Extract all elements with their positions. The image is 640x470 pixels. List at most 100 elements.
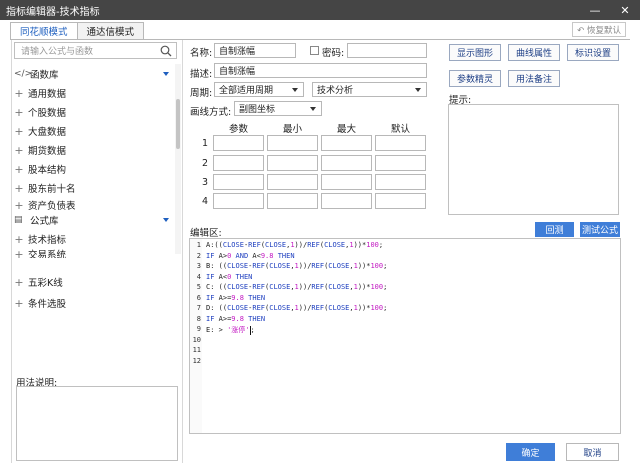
minimize-button[interactable]: — xyxy=(580,0,610,20)
code-line: D: ((CLOSE-REF(CLOSE,1))/REF(CLOSE,1))*1… xyxy=(206,304,388,312)
code-line: IF A<0 THEN xyxy=(206,272,253,281)
code-line: IF A>=9.8 THEN xyxy=(206,314,266,323)
param-header: 参数 xyxy=(228,124,248,135)
chevron-down-icon[interactable] xyxy=(163,218,169,222)
code-icon: </> xyxy=(14,69,33,79)
expand-icon[interactable]: + xyxy=(14,233,24,246)
chevron-down-icon xyxy=(292,88,298,92)
tree-node-formula-lib[interactable]: ▤ 公式库 xyxy=(14,212,59,228)
expand-icon[interactable]: + xyxy=(14,87,24,100)
backtest-button[interactable]: 回测 xyxy=(535,222,574,237)
param-name-cell[interactable] xyxy=(213,135,264,151)
code-line: B: ((CLOSE-REF(CLOSE,1))/REF(CLOSE,1))*1… xyxy=(206,262,388,270)
chevron-down-icon xyxy=(415,88,421,92)
param-name-cell[interactable] xyxy=(213,174,264,190)
code-line: C: ((CLOSE-REF(CLOSE,1))/REF(CLOSE,1))*1… xyxy=(206,283,388,291)
tree-node-trade-system[interactable]: + 交易系统 xyxy=(14,248,66,259)
test-formula-button[interactable]: 测试公式 xyxy=(580,222,620,237)
tree-node-futures-data[interactable]: + 期货数据 xyxy=(14,142,66,158)
param-max-cell[interactable] xyxy=(321,174,372,190)
close-button[interactable]: ✕ xyxy=(610,0,640,20)
code-line: A:((CLOSE-REF(CLOSE,1))/REF(CLOSE,1))*10… xyxy=(206,241,384,249)
param-row-number: 4 xyxy=(202,196,209,207)
expand-icon[interactable]: + xyxy=(14,276,24,289)
curve-props-button[interactable]: 曲线属性 xyxy=(508,44,560,61)
name-input[interactable]: 自制涨幅 xyxy=(214,43,296,58)
expand-icon[interactable]: + xyxy=(14,125,24,138)
mode-tabs: 同花顺模式 通达信模式 xyxy=(10,22,145,40)
param-name-cell[interactable] xyxy=(213,193,264,209)
param-min-cell[interactable] xyxy=(267,174,318,190)
tree-node-share-structure[interactable]: + 股本结构 xyxy=(14,161,66,177)
editor-label: 编辑区: xyxy=(190,228,222,239)
expand-icon[interactable]: + xyxy=(14,248,24,259)
expand-icon[interactable]: + xyxy=(14,106,24,119)
expand-icon[interactable]: + xyxy=(14,144,24,157)
chevron-down-icon[interactable] xyxy=(163,72,169,76)
expand-icon[interactable]: + xyxy=(14,163,24,176)
param-min-cell[interactable] xyxy=(267,135,318,151)
param-default-cell[interactable] xyxy=(375,135,426,151)
search-icon[interactable] xyxy=(160,45,172,57)
title-bar: 指标编辑器-技术指标 — ✕ xyxy=(0,0,640,20)
param-min-cell[interactable] xyxy=(267,193,318,209)
usage-notes-button[interactable]: 用法备注 xyxy=(508,70,560,87)
password-input[interactable] xyxy=(347,43,427,58)
tab-ths-mode[interactable]: 同花顺模式 xyxy=(10,22,78,40)
param-default-cell[interactable] xyxy=(375,193,426,209)
scrollbar-thumb[interactable] xyxy=(176,99,180,149)
description-input[interactable]: 自制涨幅 xyxy=(214,63,427,78)
search-input[interactable]: 请输入公式与函数 xyxy=(14,42,177,59)
draw-mode-select[interactable]: 副图坐标 xyxy=(234,101,322,116)
code-line: E: > '涨停'; xyxy=(206,325,255,335)
password-label: 密码: xyxy=(322,48,345,59)
expand-icon[interactable]: + xyxy=(14,297,24,310)
function-tree: </> 函数库 + 通用数据 + 个股数据 + 大盘数据 + 期货数据 + 股本结构 + 股东… xyxy=(12,64,178,258)
tree-node-function-lib[interactable]: </> 函数库 xyxy=(14,66,59,82)
tree-node-tech-indicators[interactable]: + 技术指标 xyxy=(14,231,66,247)
marker-settings-button[interactable]: 标识设置 xyxy=(567,44,619,61)
tree-node-stock-data[interactable]: + 个股数据 xyxy=(14,104,66,120)
param-default-cell[interactable] xyxy=(375,174,426,190)
period-select[interactable]: 全部适用周期 xyxy=(214,82,304,97)
min-header: 最小 xyxy=(282,124,302,135)
cancel-button[interactable]: 取消 xyxy=(566,443,619,461)
code-line: IF A>0 AND A<9.8 THEN xyxy=(206,251,295,260)
tab-tdx-mode[interactable]: 通达信模式 xyxy=(76,22,145,40)
password-checkbox[interactable] xyxy=(310,46,319,55)
ok-button[interactable]: 确定 xyxy=(506,443,555,461)
max-header: 最大 xyxy=(336,124,356,135)
usage-text-box[interactable] xyxy=(16,386,178,461)
tree-node-colored-kline[interactable]: + 五彩K线 xyxy=(14,274,62,290)
formula-editor[interactable]: 1 2 3 4 5 6 7 8 9 10 11 12 A:((CLOSE-REF… xyxy=(189,238,621,434)
param-row-number: 3 xyxy=(202,177,209,188)
category-select[interactable]: 技术分析 xyxy=(312,82,427,97)
hint-box xyxy=(448,104,619,215)
tree-node-general-data[interactable]: + 通用数据 xyxy=(14,85,66,101)
param-max-cell[interactable] xyxy=(321,135,372,151)
tree-node-index-data[interactable]: + 大盘数据 xyxy=(14,123,66,139)
draw-mode-label: 画线方式: xyxy=(190,107,232,118)
param-wizard-button[interactable]: 参数精灵 xyxy=(449,70,501,87)
param-row-number: 1 xyxy=(202,138,209,149)
window-title: 指标编辑器-技术指标 xyxy=(6,6,100,18)
chevron-down-icon xyxy=(310,107,316,111)
text-cursor xyxy=(249,325,251,335)
param-row-number: 2 xyxy=(202,158,209,169)
description-label: 描述: xyxy=(190,69,213,80)
param-max-cell[interactable] xyxy=(321,155,372,171)
param-max-cell[interactable] xyxy=(321,193,372,209)
param-name-cell[interactable] xyxy=(213,155,264,171)
param-min-cell[interactable] xyxy=(267,155,318,171)
expand-icon[interactable]: + xyxy=(14,199,24,211)
tree-scrollbar[interactable] xyxy=(175,64,181,254)
param-default-cell[interactable] xyxy=(375,155,426,171)
tree-node-stock-screen[interactable]: + 条件选股 xyxy=(14,295,66,311)
line-number-gutter: 1 2 3 4 5 6 7 8 9 10 11 12 xyxy=(190,239,202,433)
show-graph-button[interactable]: 显示图形 xyxy=(449,44,501,61)
expand-icon[interactable]: + xyxy=(14,182,24,195)
tree-node-balance-sheet[interactable]: + 资产负债表 xyxy=(14,199,75,211)
list-icon: ▤ xyxy=(14,215,23,225)
tree-node-top-holders[interactable]: + 股东前十名 xyxy=(14,180,75,196)
restore-default-button[interactable]: ↶ 恢复默认 xyxy=(572,22,626,37)
